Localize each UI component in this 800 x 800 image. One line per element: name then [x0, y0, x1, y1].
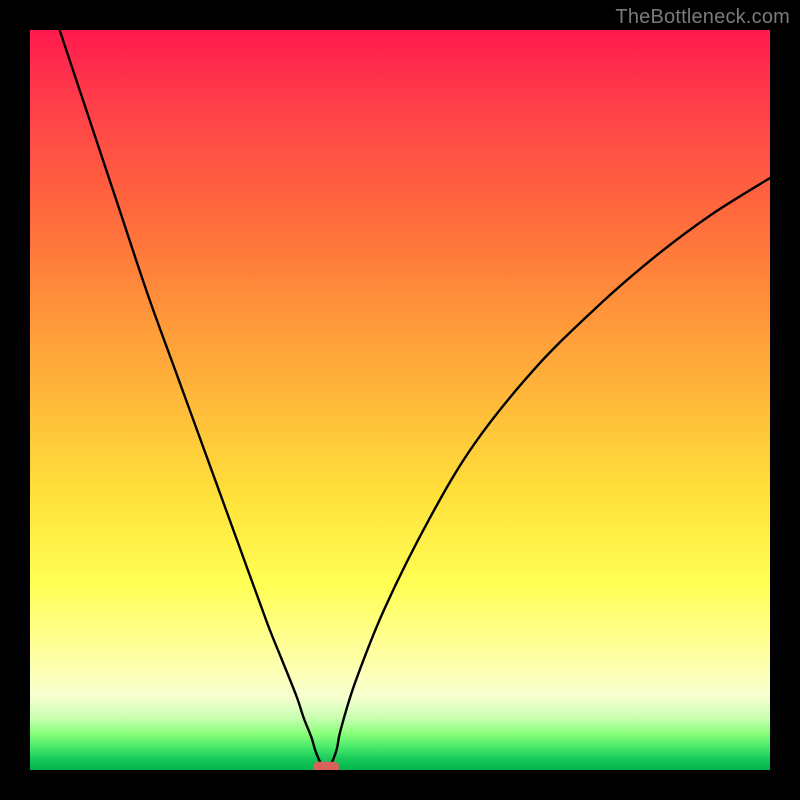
plot-area [30, 30, 770, 770]
optimal-marker [313, 762, 339, 770]
chart-frame: TheBottleneck.com [0, 0, 800, 800]
curve-layer [30, 30, 770, 770]
watermark-text: TheBottleneck.com [615, 6, 790, 29]
bottleneck-curve [60, 30, 770, 768]
